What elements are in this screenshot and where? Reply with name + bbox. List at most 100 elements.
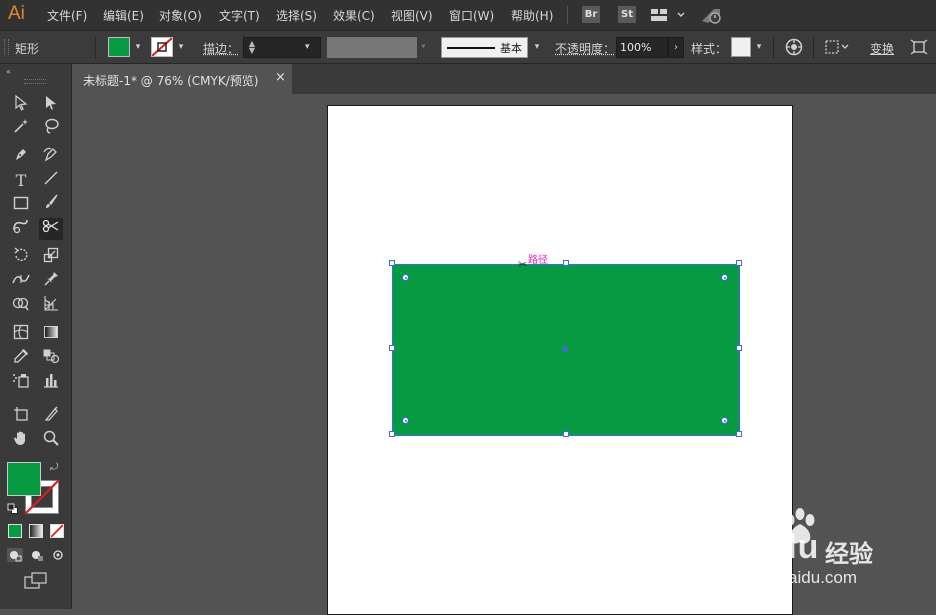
brush-name: 基本 (500, 42, 522, 55)
slice-tool-icon[interactable] (39, 406, 63, 428)
resize-handle-top-right[interactable] (736, 260, 742, 266)
stroke-dropdown-icon[interactable]: ▾ (173, 37, 189, 57)
eyedropper-tool-icon[interactable] (9, 348, 33, 370)
transform-link[interactable]: 变换 (870, 40, 894, 57)
perspective-grid-tool-icon[interactable] (39, 295, 63, 317)
rotate-tool-icon[interactable] (9, 247, 33, 269)
resize-handle-bottom-center[interactable] (563, 431, 569, 437)
draw-inside-icon[interactable] (51, 548, 65, 565)
panel-grip[interactable] (4, 39, 9, 55)
resize-handle-middle-left[interactable] (389, 345, 395, 351)
selection-tool-icon[interactable] (9, 94, 33, 117)
artboard-tool-icon[interactable] (9, 406, 33, 428)
stock-button[interactable]: St (618, 6, 636, 23)
brush-dropdown-icon[interactable]: ▾ (529, 37, 545, 57)
corner-widget-top-right[interactable] (721, 274, 728, 281)
gradient-tool-icon[interactable] (39, 324, 63, 346)
menu-select[interactable]: 选择(S) (276, 7, 317, 24)
chevron-right-icon[interactable]: › (668, 37, 684, 58)
default-fill-stroke-icon[interactable] (7, 503, 19, 518)
stroke-weight-stepper[interactable]: ▲ ▼ (246, 40, 258, 55)
style-dropdown-icon[interactable]: ▾ (751, 37, 767, 57)
menu-file[interactable]: 文件(F) (47, 7, 87, 24)
mesh-tool-icon[interactable] (9, 324, 33, 346)
direct-selection-tool-icon[interactable] (39, 95, 63, 117)
menu-help[interactable]: 帮助(H) (511, 7, 553, 24)
menu-window[interactable]: 窗口(W) (449, 7, 494, 24)
bridge-button[interactable]: Br (582, 6, 600, 23)
resize-handle-bottom-right[interactable] (736, 431, 742, 437)
collapse-panel-icon[interactable]: « (6, 67, 11, 76)
menu-effect[interactable]: 效果(C) (333, 7, 375, 24)
blend-tool-icon[interactable] (39, 348, 63, 370)
brush-stroke-preview (447, 47, 495, 49)
stroke-swatch[interactable] (151, 37, 173, 57)
fill-dropdown-icon[interactable]: ▾ (130, 37, 146, 57)
opacity-label[interactable]: 不透明度： (555, 40, 615, 57)
none-mode-button[interactable] (50, 524, 64, 538)
paintbrush-tool-icon[interactable] (39, 194, 63, 216)
style-label: 样式： (691, 42, 728, 56)
separator (813, 37, 814, 59)
swap-fill-stroke-icon[interactable]: ⤾ (50, 462, 58, 473)
resize-handle-top-left[interactable] (389, 260, 395, 266)
hand-tool-icon[interactable] (9, 430, 33, 452)
menu-edit[interactable]: 编辑(E) (103, 7, 144, 24)
resize-handle-bottom-left[interactable] (389, 431, 395, 437)
puppet-warp-tool-icon[interactable] (39, 271, 63, 293)
chevron-down-icon[interactable]: ▾ (305, 38, 310, 57)
lasso-tool-icon[interactable] (39, 118, 63, 140)
center-point[interactable] (562, 346, 568, 352)
color-mode-button[interactable] (8, 524, 22, 538)
shaper-tool-icon[interactable] (9, 218, 33, 240)
align-selection-icon[interactable] (825, 40, 851, 57)
control-bar: 矩形 ▾ ▾ 描边： ▲ ▼ ▾ ▾ 基本 ▾ 不透明度： 100% › 样式： … (0, 30, 936, 64)
graphic-style-swatch[interactable] (731, 37, 751, 57)
menu-view[interactable]: 视图(V) (391, 7, 433, 24)
opacity-input[interactable]: 100% (616, 37, 668, 58)
object-type-label: 矩形 (15, 42, 40, 56)
close-icon[interactable]: × (275, 70, 286, 85)
rectangle-tool-icon[interactable] (9, 194, 33, 216)
gradient-mode-button[interactable] (29, 524, 43, 538)
curvature-tool-icon[interactable] (39, 146, 63, 168)
workspace-switcher-icon[interactable] (651, 8, 687, 25)
recolor-artwork-icon[interactable] (785, 38, 803, 59)
fill-swatch[interactable] (108, 37, 130, 57)
resize-handle-top-center[interactable] (563, 260, 569, 266)
document-tab[interactable]: 未标题-1* @ 76% (CMYK/预览) × (72, 64, 292, 94)
width-tool-icon[interactable] (9, 271, 33, 293)
menu-bar: Ai 文件(F) 编辑(E) 对象(O) 文字(T) 选择(S) 效果(C) 视… (0, 0, 936, 30)
panel-grip[interactable] (24, 79, 46, 84)
separator (95, 37, 96, 59)
column-graph-tool-icon[interactable] (39, 372, 63, 394)
magic-wand-tool-icon[interactable] (9, 118, 33, 140)
symbol-sprayer-tool-icon[interactable] (9, 372, 33, 394)
stroke-weight-input[interactable]: ▲ ▼ ▾ (243, 37, 321, 58)
scissors-tool-icon[interactable] (39, 218, 63, 240)
zoom-tool-icon[interactable] (39, 430, 63, 452)
corner-widget-top-left[interactable] (402, 274, 409, 281)
fill-color-box[interactable] (7, 462, 41, 496)
screen-mode-icon[interactable] (24, 572, 48, 593)
draw-normal-icon[interactable] (7, 548, 23, 562)
corner-widget-bottom-right[interactable] (721, 417, 728, 424)
gpu-performance-icon[interactable] (700, 5, 724, 28)
resize-handle-middle-right[interactable] (736, 345, 742, 351)
menu-separator (567, 6, 568, 24)
shape-builder-tool-icon[interactable] (9, 295, 33, 317)
menu-object[interactable]: 对象(O) (159, 7, 202, 24)
isolate-icon[interactable] (910, 39, 928, 58)
corner-widget-bottom-left[interactable] (402, 417, 409, 424)
document-tab-title: 未标题-1* @ 76% (CMYK/预览) (83, 74, 259, 88)
draw-behind-icon[interactable] (29, 548, 45, 565)
pen-tool-icon[interactable] (9, 146, 33, 168)
line-segment-tool-icon[interactable] (39, 170, 63, 192)
variable-width-profile[interactable] (327, 37, 417, 58)
type-tool-icon[interactable]: T (9, 170, 33, 192)
scale-tool-icon[interactable] (39, 247, 63, 269)
brush-definition[interactable]: 基本 (441, 37, 528, 58)
menu-type[interactable]: 文字(T) (219, 7, 260, 24)
stroke-label[interactable]: 描边： (203, 40, 239, 57)
separator (773, 37, 774, 59)
